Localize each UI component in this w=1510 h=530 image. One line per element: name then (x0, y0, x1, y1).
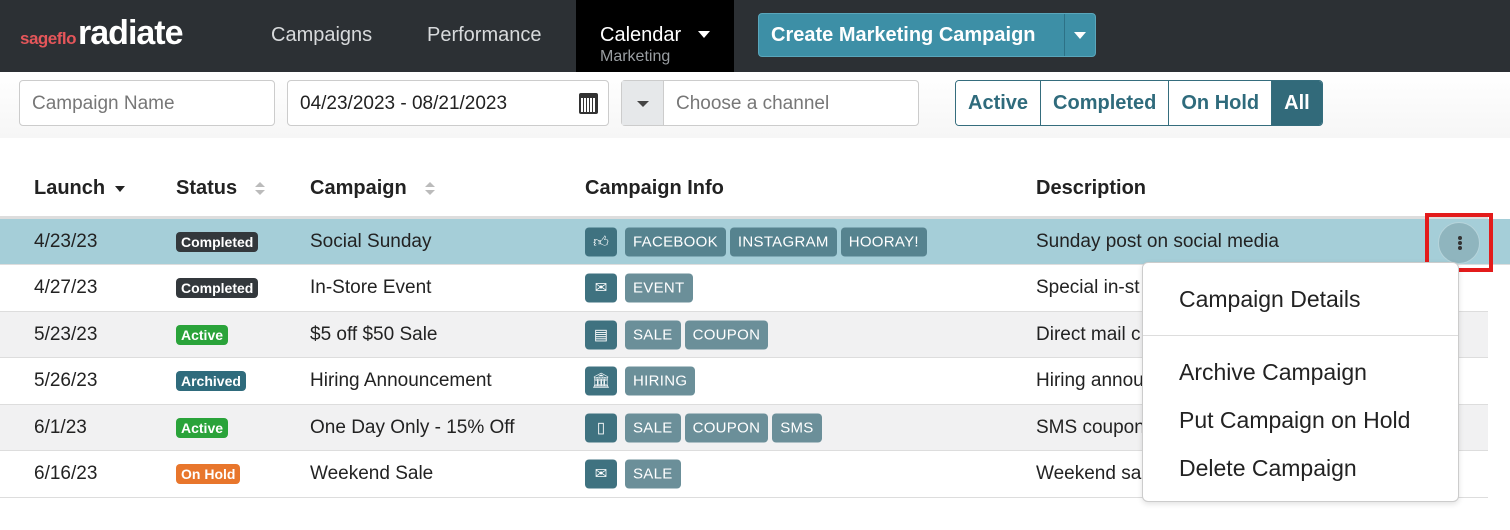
tag: SMS (772, 413, 822, 442)
header-campaign-info: Campaign Info (585, 177, 724, 199)
launch-date: 4/23/23 (34, 230, 98, 252)
tag: SALE (625, 413, 681, 442)
status-badge: Archived (176, 371, 246, 391)
bank-icon: 🏛︎ (585, 366, 617, 396)
create-campaign-button[interactable]: Create Marketing Campaign (759, 14, 1065, 56)
description: SMS coupon (1036, 416, 1145, 438)
status-badge: Active (176, 324, 229, 345)
status-badge: Active (176, 417, 229, 438)
campaign-name[interactable]: Hiring Announcement (310, 370, 492, 392)
channel-dropdown-toggle[interactable] (622, 81, 664, 125)
menu-archive-campaign[interactable]: Archive Campaign (1179, 359, 1367, 386)
channel-placeholder: Choose a channel (676, 93, 830, 114)
thumbs-up-icon: 👍︎ (585, 227, 617, 256)
header-label: Launch (34, 177, 106, 199)
create-campaign-button-group: Create Marketing Campaign (758, 13, 1096, 57)
campaign-name[interactable]: One Day Only - 15% Off (310, 417, 515, 439)
tag: FACEBOOK (625, 227, 726, 256)
row-actions-menu: Campaign Details Archive Campaign Put Ca… (1142, 262, 1459, 502)
menu-divider (1143, 335, 1458, 336)
launch-date: 5/26/23 (34, 370, 98, 391)
sort-icon (255, 181, 266, 196)
header-status[interactable]: Status (176, 177, 266, 200)
logo-radiate: radiate (78, 14, 183, 52)
description: Direct mail c (1036, 323, 1141, 345)
channel-select[interactable]: Choose a channel (621, 80, 919, 126)
campaign-info: ✉ EVENT (585, 273, 697, 303)
logo[interactable]: sageflo radiate (20, 14, 184, 53)
filter-on-hold[interactable]: On Hold (1169, 81, 1273, 125)
campaign-info: 🏛︎ HIRING (585, 366, 699, 396)
tag: HIRING (625, 366, 696, 396)
newspaper-icon: ▤ (585, 320, 617, 349)
nav-calendar[interactable]: Calendar Marketing (576, 0, 734, 72)
caret-down-icon (637, 101, 649, 107)
sort-desc-icon (115, 182, 126, 196)
campaign-info: ✉ SALE (585, 459, 685, 489)
campaign-info: ▤ SALE COUPON (585, 320, 772, 349)
campaign-info: ▯ SALE COUPON SMS (585, 413, 826, 442)
nav-performance[interactable]: Performance (427, 24, 542, 47)
status-filter: Active Completed On Hold All (955, 80, 1323, 126)
status-badge: On Hold (176, 464, 241, 484)
tag: SALE (625, 320, 681, 349)
logo-sageflo: sageflo (20, 29, 77, 48)
tag: COUPON (684, 320, 769, 349)
envelope-icon: ✉ (585, 273, 617, 303)
menu-delete-campaign[interactable]: Delete Campaign (1179, 455, 1357, 482)
date-range-input[interactable]: 04/23/2023 - 08/21/2023 (287, 80, 609, 126)
campaign-info: 👍︎ FACEBOOK INSTAGRAM HOORAY! (585, 227, 931, 256)
filter-active[interactable]: Active (956, 81, 1042, 125)
tag: EVENT (625, 273, 693, 303)
header-campaign[interactable]: Campaign (310, 177, 435, 200)
nav-campaigns[interactable]: Campaigns (271, 24, 372, 47)
campaign-name[interactable]: Social Sunday (310, 231, 431, 253)
header-label: Status (176, 177, 238, 199)
header-description: Description (1036, 177, 1147, 199)
sort-icon (424, 181, 435, 196)
description: Sunday post on social media (1036, 230, 1279, 252)
launch-date: 5/23/23 (34, 323, 98, 345)
launch-date: 6/1/23 (34, 416, 87, 438)
tag: INSTAGRAM (729, 227, 837, 256)
top-navbar: sageflo radiate Campaigns Performance Cal… (0, 0, 1510, 72)
header-launch[interactable]: Launch (34, 177, 126, 200)
filter-completed[interactable]: Completed (1041, 81, 1170, 125)
envelope-icon: ✉ (585, 459, 617, 489)
campaign-name[interactable]: $5 off $50 Sale (310, 324, 437, 346)
filter-bar: Campaign Name 04/23/2023 - 08/21/2023 Ch… (0, 72, 1510, 138)
status-badge: Completed (176, 231, 259, 252)
header-label: Campaign (310, 177, 407, 199)
tag: SALE (625, 459, 681, 489)
placeholder: Campaign Name (32, 93, 175, 114)
campaign-name[interactable]: Weekend Sale (310, 463, 433, 485)
caret-down-icon (698, 31, 710, 38)
description: Special in-st (1036, 277, 1140, 298)
calendar-label: Calendar (600, 24, 682, 46)
description: Hiring annou (1036, 370, 1144, 391)
table-row[interactable]: 4/23/23 Completed Social Sunday 👍︎ FACEBO… (0, 219, 1510, 265)
launch-date: 4/27/23 (34, 277, 98, 298)
status-badge: Completed (176, 278, 259, 298)
date-range-value: 04/23/2023 - 08/21/2023 (300, 93, 508, 114)
sms-phone-icon: ▯ (585, 413, 617, 442)
tag: COUPON (684, 413, 769, 442)
calendar-icon[interactable] (579, 93, 598, 114)
launch-date: 6/16/23 (34, 463, 98, 484)
caret-down-icon (1074, 32, 1086, 39)
campaign-name-input[interactable]: Campaign Name (19, 80, 275, 126)
calendar-sublabel: Marketing (600, 48, 671, 65)
filter-all[interactable]: All (1272, 81, 1322, 125)
tag: HOORAY! (840, 227, 927, 256)
menu-put-on-hold[interactable]: Put Campaign on Hold (1179, 407, 1410, 434)
campaign-name[interactable]: In-Store Event (310, 277, 431, 299)
create-campaign-dropdown[interactable] (1065, 14, 1095, 56)
menu-campaign-details[interactable]: Campaign Details (1179, 286, 1361, 313)
description: Weekend sa (1036, 463, 1142, 484)
